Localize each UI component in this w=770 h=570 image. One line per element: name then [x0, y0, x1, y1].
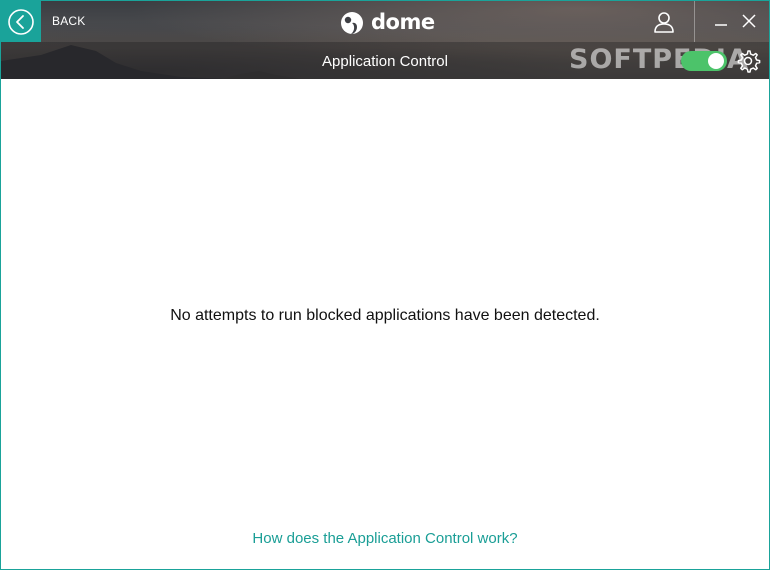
header: BACK dome SOFTPEDIA Application Control: [1, 1, 769, 79]
chevron-left-circle-icon: [8, 8, 34, 35]
panda-logo-icon: [341, 12, 363, 34]
back-label[interactable]: BACK: [52, 14, 85, 28]
minimize-button[interactable]: [713, 13, 729, 29]
section-header: SOFTPEDIA Application Control: [1, 42, 769, 79]
page-title: Application Control: [322, 53, 448, 70]
help-link[interactable]: How does the Application Control work?: [1, 530, 769, 547]
toggle-knob: [708, 53, 724, 69]
back-button[interactable]: [1, 1, 41, 42]
title-bar-divider: [694, 1, 695, 42]
close-button[interactable]: [741, 13, 757, 29]
user-icon: [654, 12, 674, 33]
logo-text: dome: [371, 10, 435, 34]
user-button[interactable]: [651, 9, 677, 35]
minimize-icon: [715, 24, 727, 26]
app-logo: dome: [339, 8, 435, 36]
gear-icon: [737, 50, 761, 73]
application-control-toggle[interactable]: [681, 51, 727, 71]
empty-state-message: No attempts to run blocked applications …: [170, 307, 600, 324]
settings-button[interactable]: [735, 48, 761, 74]
close-icon: [742, 14, 756, 28]
app-window: BACK dome SOFTPEDIA Application Control …: [0, 0, 770, 570]
title-bar: BACK dome: [1, 1, 769, 42]
